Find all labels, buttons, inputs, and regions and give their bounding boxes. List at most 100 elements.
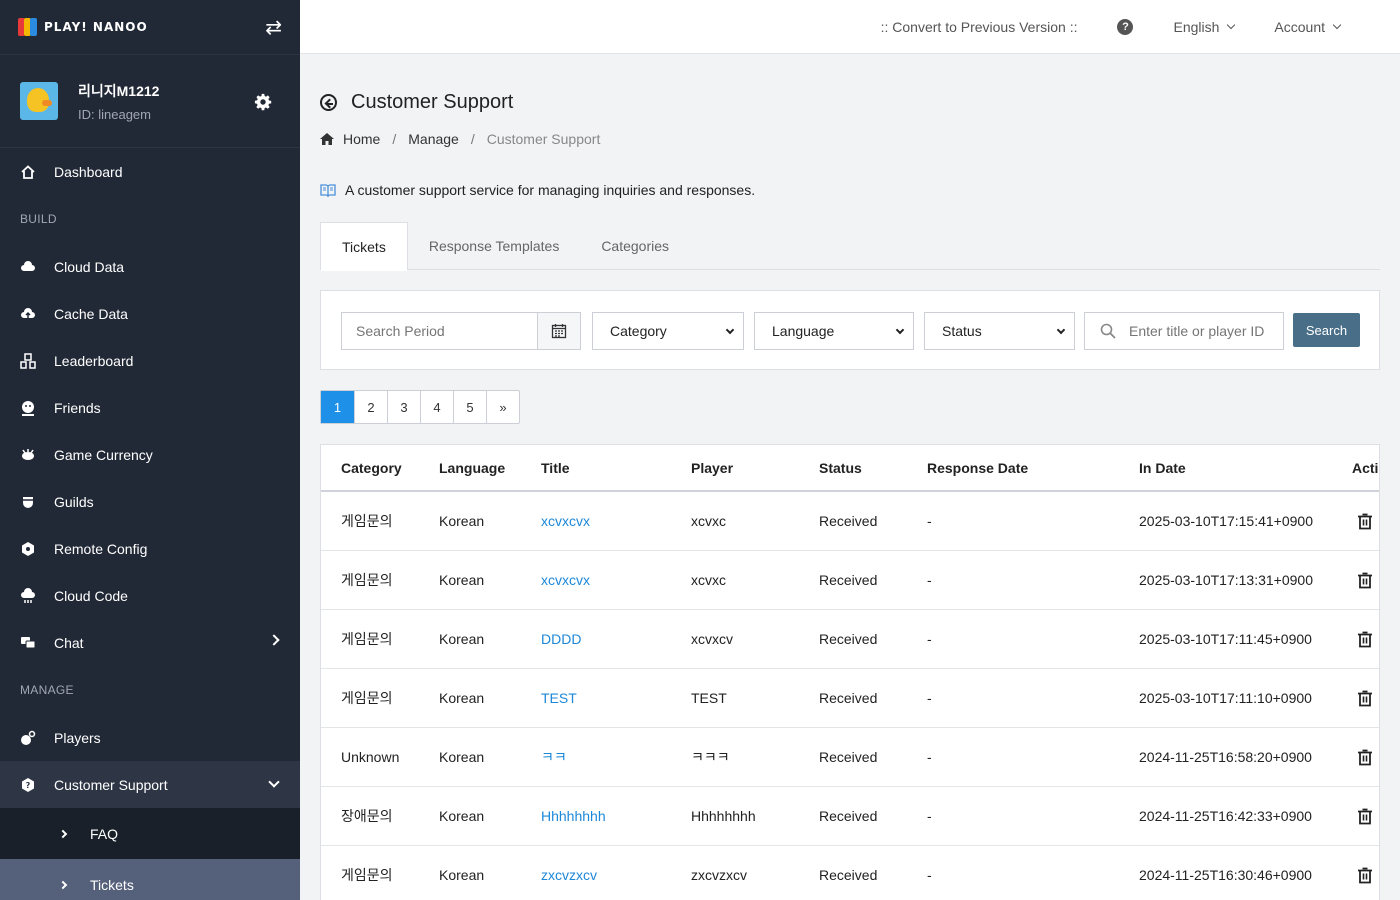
logo[interactable]: PLAY! NANOO: [18, 18, 148, 36]
cell-title-link[interactable]: ㅋㅋ: [541, 747, 567, 767]
cell-category: 게임문의: [341, 572, 393, 588]
cell-title-link[interactable]: TEST: [541, 690, 577, 706]
table-row: 장애문의 Korean Hhhhhhhh Hhhhhhhh Received -…: [321, 787, 1379, 846]
cloud-code-icon: [21, 587, 35, 603]
switch-project-icon[interactable]: ⇄: [265, 15, 282, 40]
filter-card: Category Language Status Search: [320, 290, 1380, 370]
page-button-5[interactable]: 5: [453, 391, 486, 423]
cell-title-link[interactable]: DDDD: [541, 631, 581, 647]
cloud-upload-icon: [21, 307, 35, 318]
table-row: 게임문의 Korean TEST TEST Received - 2025-03…: [321, 669, 1379, 728]
delete-button[interactable]: [1357, 867, 1373, 887]
header-in-date: In Date: [1139, 459, 1186, 476]
tab-categories[interactable]: Categories: [580, 222, 690, 270]
cell-in-date: 2025-03-10T17:11:10+0900: [1139, 690, 1312, 706]
cell-title-link[interactable]: xcvxcvx: [541, 513, 590, 529]
sidebar-item-players[interactable]: Players: [0, 714, 300, 761]
search-button[interactable]: Search: [1293, 313, 1360, 347]
cell-response-date: -: [927, 749, 932, 765]
tab-response-templates[interactable]: Response Templates: [408, 222, 580, 270]
cell-response-date: -: [927, 572, 932, 588]
chevron-right-icon: [58, 880, 68, 889]
page-button-3[interactable]: 3: [387, 391, 420, 423]
avatar: [20, 82, 58, 120]
sidebar-item-customer-support[interactable]: ? Customer Support: [0, 761, 300, 808]
project-name: 리니지M1212: [78, 82, 160, 99]
delete-button[interactable]: [1357, 572, 1373, 592]
cell-language: Korean: [439, 690, 485, 706]
sidebar-subitem-faq[interactable]: FAQ: [0, 808, 300, 859]
convert-version-link[interactable]: :: Convert to Previous Version ::: [881, 19, 1078, 35]
home-icon: [320, 133, 334, 145]
cell-language: Korean: [439, 867, 485, 883]
search-period-field[interactable]: [341, 312, 581, 350]
gear-icon[interactable]: [254, 93, 272, 111]
search-field[interactable]: [1084, 312, 1284, 350]
page-description: A customer support service for managing …: [320, 182, 755, 198]
search-input[interactable]: [1129, 323, 1269, 339]
delete-button[interactable]: [1357, 631, 1373, 651]
sidebar-item-label: Cloud Code: [54, 587, 128, 604]
logo-text: PLAY! NANOO: [44, 20, 148, 34]
calendar-icon[interactable]: [537, 313, 580, 349]
tab-tickets[interactable]: Tickets: [320, 222, 408, 271]
table-row: 게임문의 Korean xcvxcvx xcvxc Received - 202…: [321, 551, 1379, 610]
delete-button[interactable]: [1357, 513, 1373, 533]
cell-language: Korean: [439, 513, 485, 529]
chevron-down-icon: [895, 325, 905, 335]
delete-button[interactable]: [1357, 749, 1373, 769]
category-select[interactable]: Category: [592, 312, 744, 350]
cell-title-link[interactable]: Hhhhhhhh: [541, 808, 606, 824]
page-button-1[interactable]: 1: [321, 391, 354, 423]
page-next-button[interactable]: »: [486, 391, 519, 423]
language-select[interactable]: Language: [754, 312, 914, 350]
chevron-down-icon: [268, 776, 280, 788]
sidebar-item-cloud-data[interactable]: Cloud Data: [0, 243, 300, 290]
cell-in-date: 2024-11-25T16:30:46+0900: [1139, 867, 1312, 883]
cell-response-date: -: [927, 631, 932, 647]
cell-title-link[interactable]: xcvxcvx: [541, 572, 590, 588]
cell-category: Unknown: [341, 749, 400, 765]
page-button-2[interactable]: 2: [354, 391, 387, 423]
cell-player: ㅋㅋㅋ: [691, 749, 730, 765]
language-dropdown[interactable]: English: [1173, 19, 1236, 35]
cell-in-date: 2024-11-25T16:58:20+0900: [1139, 749, 1312, 765]
sidebar-item-friends[interactable]: Friends: [0, 384, 300, 431]
book-icon: [320, 183, 336, 197]
cell-title-link[interactable]: zxcvzxcv: [541, 867, 597, 883]
sidebar-item-game-currency[interactable]: Game Currency: [0, 431, 300, 478]
breadcrumb-manage[interactable]: Manage: [408, 131, 459, 147]
sidebar-subitem-tickets[interactable]: Tickets: [0, 859, 300, 900]
cell-player: TEST: [691, 690, 727, 706]
cell-language: Korean: [439, 572, 485, 588]
sidebar-item-chat[interactable]: Chat: [0, 619, 300, 666]
cell-status: Received: [819, 867, 878, 883]
page-title: Customer Support: [351, 91, 514, 113]
status-select[interactable]: Status: [924, 312, 1075, 350]
chevron-down-icon: [1056, 325, 1066, 335]
back-arrow-icon[interactable]: [320, 94, 337, 111]
help-icon[interactable]: ?: [1117, 18, 1134, 35]
sidebar-item-cloud-code[interactable]: Cloud Code: [0, 572, 300, 619]
delete-button[interactable]: [1357, 690, 1373, 710]
sidebar-item-leaderboard[interactable]: Leaderboard: [0, 337, 300, 384]
sidebar-item-dashboard[interactable]: Dashboard: [0, 148, 300, 195]
search-period-input[interactable]: [342, 313, 537, 349]
cell-category: 장애문의: [341, 808, 393, 824]
cell-language: Korean: [439, 749, 485, 765]
sidebar-item-guilds[interactable]: Guilds: [0, 478, 300, 525]
sidebar-item-cache-data[interactable]: Cache Data: [0, 290, 300, 337]
sidebar-item-remote-config[interactable]: Remote Config: [0, 525, 300, 572]
section-manage: MANAGE: [20, 683, 74, 697]
cell-player: zxcvzxcv: [691, 867, 747, 883]
cell-status: Received: [819, 513, 878, 529]
breadcrumb-home[interactable]: Home: [343, 131, 380, 147]
account-dropdown[interactable]: Account: [1274, 19, 1342, 35]
delete-button[interactable]: [1357, 808, 1373, 828]
cell-status: Received: [819, 808, 878, 824]
page-button-4[interactable]: 4: [420, 391, 453, 423]
chevron-right-icon: [58, 829, 68, 838]
sidebar: PLAY! NANOO ⇄ 리니지M1212 ID: lineagem Dash…: [0, 0, 300, 900]
table-header: Category Language Title Player Status Re…: [321, 445, 1379, 492]
cell-in-date: 2025-03-10T17:15:41+0900: [1139, 513, 1313, 529]
